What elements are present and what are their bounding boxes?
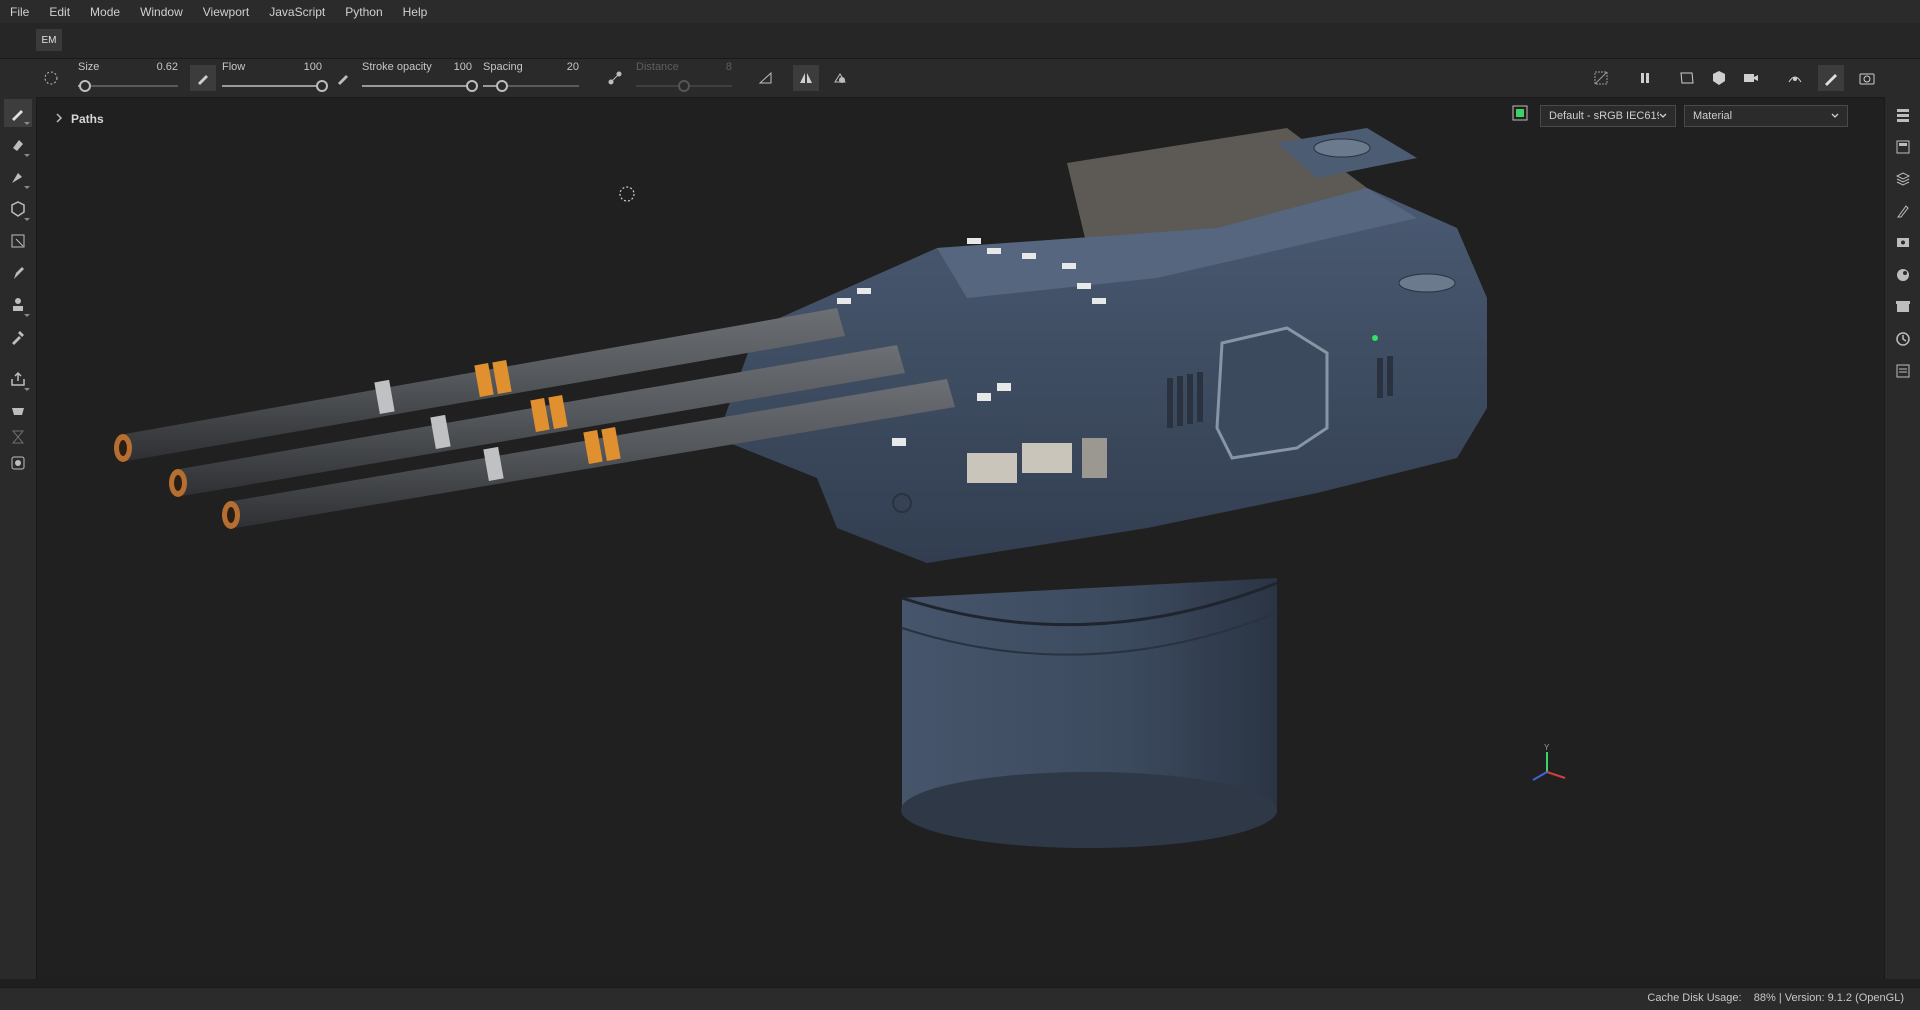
color-profile-icon[interactable] — [1512, 105, 1528, 121]
distance-slider: Distance 8 — [636, 59, 732, 97]
size-pen-pressure-button[interactable] — [190, 65, 216, 91]
assets-icon[interactable] — [1891, 295, 1915, 319]
flow-pen-pressure-icon[interactable] — [330, 65, 356, 91]
size-value: 0.62 — [156, 61, 178, 73]
texture-set-list-icon[interactable] — [1891, 135, 1915, 159]
menu-viewport[interactable]: Viewport — [193, 5, 259, 19]
chevron-down-icon — [1831, 110, 1839, 122]
axis-y-label: Y — [1544, 743, 1550, 752]
menu-file[interactable]: File — [0, 5, 39, 19]
spacing-value: 20 — [566, 61, 579, 73]
screenshot-camera-icon[interactable] — [1854, 65, 1880, 91]
polygon-fill-tool-icon[interactable] — [4, 195, 32, 223]
menu-window[interactable]: Window — [130, 5, 193, 19]
pause-icon[interactable] — [1632, 65, 1658, 91]
flow-slider-handle[interactable] — [316, 80, 328, 92]
history-icon[interactable] — [1891, 327, 1915, 351]
flow-label: Flow — [222, 61, 246, 73]
color-profile-value: Default - sRGB IEC61966-2. — [1549, 110, 1659, 122]
menu-javascript[interactable]: JavaScript — [259, 5, 335, 19]
3d-viewport[interactable]: Y Paths Default - sRGB IEC61966-2. Mater… — [37, 98, 1883, 978]
channel-select[interactable]: Material — [1684, 105, 1848, 127]
distance-value: 8 — [725, 61, 732, 73]
size-slider[interactable]: Size 0.62 — [78, 59, 178, 97]
smudge-tool-icon[interactable] — [4, 259, 32, 287]
painting-mode-button[interactable] — [1818, 65, 1844, 91]
shader-settings-icon[interactable] — [1891, 263, 1915, 287]
fit-view-icon[interactable] — [4, 449, 32, 477]
status-bar: Cache Disk Usage: 88% | Version: 9.1.2 (… — [0, 987, 1920, 1010]
viewport-2d-icon[interactable] — [1674, 65, 1700, 91]
symmetry-button[interactable] — [793, 65, 819, 91]
color-profile-select[interactable]: Default - sRGB IEC61966-2. — [1540, 105, 1676, 127]
paths-expander[interactable]: Paths — [55, 112, 104, 126]
bake-icon[interactable] — [4, 397, 32, 425]
chevron-right-icon — [55, 112, 63, 126]
project-tab[interactable]: EM — [36, 29, 62, 51]
projection-tool-icon[interactable] — [4, 163, 32, 191]
menu-mode[interactable]: Mode — [80, 5, 130, 19]
lazy-mouse-icon[interactable] — [602, 65, 628, 91]
log-icon[interactable] — [1891, 359, 1915, 383]
channel-value: Material — [1693, 110, 1733, 122]
geometry-mask-tool-icon[interactable] — [4, 227, 32, 255]
environment-icon[interactable] — [1782, 65, 1808, 91]
viewport-3d-icon[interactable] — [1706, 65, 1732, 91]
chevron-down-icon — [1659, 110, 1667, 122]
spacing-label: Spacing — [483, 61, 523, 73]
paint-brush-tool-icon[interactable] — [4, 99, 32, 127]
eraser-tool-icon[interactable] — [4, 131, 32, 159]
iray-icon — [4, 423, 32, 451]
export-icon[interactable] — [4, 365, 32, 393]
flow-value: 100 — [303, 61, 322, 73]
size-label: Size — [78, 61, 100, 73]
properties-icon[interactable] — [1891, 199, 1915, 223]
menu-help[interactable]: Help — [393, 5, 438, 19]
stroke-opacity-value: 100 — [453, 61, 472, 73]
hide-overlay-icon[interactable] — [1588, 65, 1614, 91]
menu-edit[interactable]: Edit — [39, 5, 80, 19]
right-toolbar — [1884, 97, 1920, 979]
status-text: Cache Disk Usage: 88% | Version: 9.1.2 (… — [1647, 992, 1904, 1004]
axis-gizmo-icon — [1532, 752, 1566, 781]
distance-label: Distance — [636, 61, 679, 73]
clone-stamp-tool-icon[interactable] — [4, 291, 32, 319]
physics-icon[interactable] — [827, 65, 853, 91]
alignment-icon[interactable] — [753, 65, 779, 91]
color-picker-tool-icon[interactable] — [4, 323, 32, 351]
stroke-opacity-slider[interactable]: Stroke opacity 100 — [362, 59, 478, 97]
turret-model-render[interactable]: Y — [37, 98, 1883, 978]
paths-label: Paths — [71, 112, 104, 126]
size-slider-handle[interactable] — [79, 80, 91, 92]
brush-cursor-icon — [619, 186, 635, 202]
stroke-opacity-slider-handle[interactable] — [466, 80, 478, 92]
camera-icon[interactable] — [1738, 65, 1764, 91]
spacing-slider-handle[interactable] — [496, 80, 509, 92]
menu-bar: File Edit Mode Window Viewport JavaScrip… — [0, 0, 1920, 23]
project-tab-bar: EM — [0, 23, 1920, 59]
menu-python[interactable]: Python — [335, 5, 392, 19]
brush-shape-icon[interactable] — [38, 65, 64, 91]
spacing-slider[interactable]: Spacing 20 — [483, 59, 579, 97]
flow-slider[interactable]: Flow 100 — [222, 59, 328, 97]
left-toolbar — [0, 97, 37, 979]
texture-set-settings-icon[interactable] — [1891, 167, 1915, 191]
distance-slider-handle — [678, 80, 690, 92]
stroke-opacity-label: Stroke opacity — [362, 61, 432, 73]
tool-properties-bar: Size 0.62 Flow 100 Stroke opacity 100 Sp… — [0, 59, 1920, 98]
display-settings-icon[interactable] — [1891, 231, 1915, 255]
layers-panel-icon[interactable] — [1891, 103, 1915, 127]
